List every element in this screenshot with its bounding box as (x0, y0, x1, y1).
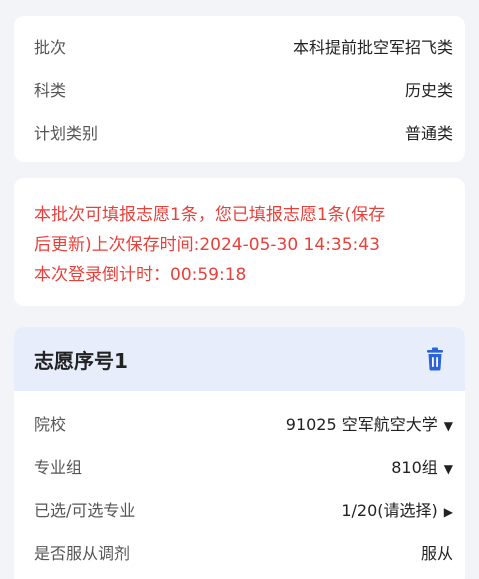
batch-label: 批次 (34, 38, 67, 57)
school-value: 91025 空军航空大学 (285, 415, 438, 434)
major-group-value: 810组 (391, 458, 438, 477)
caret-down-icon: ▼ (443, 461, 453, 476)
notice-line-countdown: 本次登录倒计时：00:59:18 (34, 265, 247, 285)
choice-title: 志愿序号1 (34, 348, 128, 373)
batch-info-card: 批次 本科提前批空军招飞类 科类 历史类 计划类别 普通类 (14, 16, 465, 162)
school-select[interactable]: 91025 空军航空大学 ▼ (286, 411, 453, 435)
caret-down-icon: ▼ (443, 418, 453, 433)
subject-value: 历史类 (404, 81, 453, 100)
notice-line-save-time: 后更新)上次保存时间:2024-05-30 14:35:43 (34, 235, 380, 255)
major-selection-label: 已选/可选专业 (34, 501, 136, 520)
adjust-value[interactable]: 服从 (421, 540, 453, 564)
plan-category-row: 计划类别 普通类 (34, 120, 453, 144)
choice-header: 志愿序号1 (14, 327, 465, 391)
batch-value: 本科提前批空军招飞类 (292, 38, 453, 57)
notice-card: 本批次可填报志愿1条，您已填报志愿1条(保存 后更新)上次保存时间:2024-0… (14, 178, 465, 306)
major-selection-link[interactable]: 1/20(请选择) ▶ (341, 497, 453, 521)
adjust-row[interactable]: 是否服从调剂 服从 (34, 540, 453, 564)
plan-category-label: 计划类别 (34, 124, 99, 143)
school-label: 院校 (34, 415, 67, 434)
major-group-select[interactable]: 810组 ▼ (391, 454, 453, 478)
major-group-label: 专业组 (34, 458, 83, 477)
notice-line-quota: 本批次可填报志愿1条，您已填报志愿1条(保存 (34, 205, 386, 225)
trash-icon (427, 347, 443, 371)
subject-label: 科类 (34, 81, 67, 100)
school-row[interactable]: 院校 91025 空军航空大学 ▼ (34, 411, 453, 435)
adjust-label: 是否服从调剂 (34, 544, 131, 563)
notice-text: 本批次可填报志愿1条，您已填报志愿1条(保存 后更新)上次保存时间:2024-0… (34, 200, 451, 290)
subject-row: 科类 历史类 (34, 77, 453, 101)
major-group-row[interactable]: 专业组 810组 ▼ (34, 454, 453, 478)
plan-category-value: 普通类 (404, 124, 453, 143)
delete-button[interactable] (425, 347, 445, 371)
major-selection-value: 1/20(请选择) (341, 501, 438, 520)
batch-row: 批次 本科提前批空军招飞类 (34, 34, 453, 58)
choice-card: 志愿序号1 院校 91025 空军航空大学 ▼ 专业组 810组 ▼ 已选/可选专业… (14, 327, 465, 579)
caret-right-icon: ▶ (443, 504, 453, 519)
major-selection-row[interactable]: 已选/可选专业 1/20(请选择) ▶ (34, 497, 453, 521)
